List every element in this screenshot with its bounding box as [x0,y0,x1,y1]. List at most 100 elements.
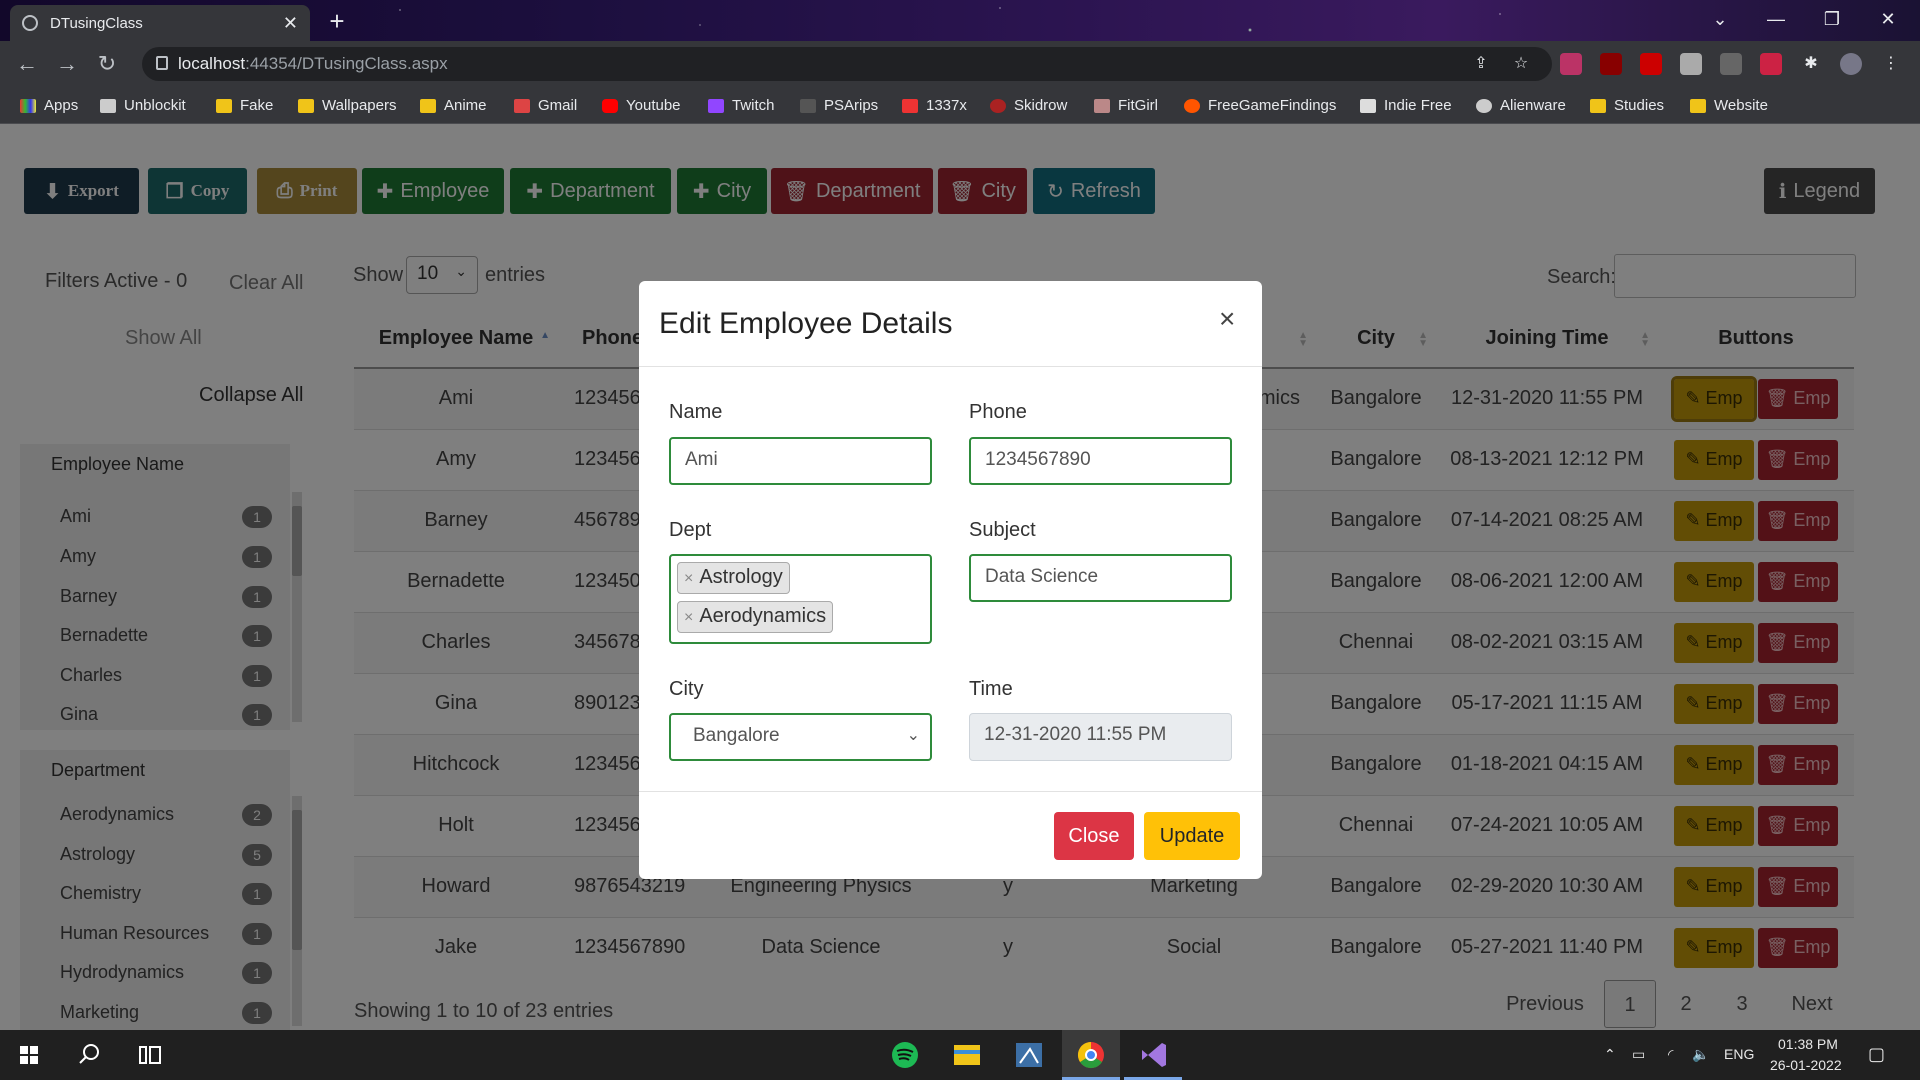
folder-icon [298,98,314,113]
battery-icon[interactable]: ▭ [1632,1046,1645,1063]
1337x-icon [902,98,918,113]
bookmark-wallpapers[interactable]: Wallpapers [298,97,396,114]
back-icon[interactable]: ← [12,49,42,79]
address-bar: ← → ↻ localhost:44354/DTusingClass.aspx … [0,41,1920,88]
bookmark-website[interactable]: Website [1690,97,1768,114]
city-select[interactable]: Bangalore ⌄ [669,713,932,761]
language-indicator[interactable]: ENG [1724,1046,1754,1062]
windows-start-icon[interactable] [0,1030,58,1080]
extension-icon[interactable] [1760,53,1782,75]
reddit-icon [1184,98,1200,113]
folder-icon [420,98,436,113]
close-window-button[interactable]: ✕ [1860,0,1916,41]
new-tab-button[interactable]: + [322,7,352,37]
city-label: City [669,678,704,700]
ublock-icon[interactable] [1600,53,1622,75]
edit-employee-modal: Edit Employee Details × Name Ami Phone 1… [639,281,1262,879]
sql-server-icon[interactable] [1000,1030,1058,1080]
clock-time[interactable]: 01:38 PM [1778,1036,1838,1052]
dept-chip[interactable]: × Astrology [677,562,790,594]
minimize-button[interactable]: — [1748,0,1804,41]
maximize-button[interactable]: ❐ [1804,0,1860,41]
bookmark-fitgirl[interactable]: FitGirl [1094,97,1158,114]
subject-label: Subject [969,519,1036,541]
bookmark-1337x[interactable]: 1337x [902,97,967,114]
alienware-icon [1476,98,1492,113]
volume-icon[interactable]: 🔈 [1692,1046,1709,1063]
unblockit-icon [100,98,116,113]
task-view-icon[interactable] [120,1030,178,1080]
bookmark-fake[interactable]: Fake [216,97,273,114]
name-label: Name [669,401,723,423]
clock-date[interactable]: 26-01-2022 [1770,1057,1842,1073]
phone-input[interactable]: 1234567890 [969,437,1232,485]
close-button[interactable]: Close [1054,812,1134,860]
skidrow-icon [990,98,1006,113]
twitch-icon [708,98,724,113]
modal-title: Edit Employee Details [659,307,953,340]
gmail-icon [514,98,530,113]
lock-icon [156,56,168,70]
close-icon[interactable]: × [1219,303,1235,335]
chrome-icon[interactable] [1062,1030,1120,1080]
puzzle-icon[interactable]: ✱ [1800,53,1822,75]
star-icon[interactable]: ☆ [1510,53,1532,75]
bookmark-gmail[interactable]: Gmail [514,97,577,114]
globe-icon [22,15,38,31]
chevron-up-icon[interactable]: ⌃ [1604,1046,1616,1063]
bookmark-skidrow[interactable]: Skidrow [990,97,1067,114]
fitgirl-icon [1094,98,1110,113]
bookmark-psarips[interactable]: PSArips [800,97,878,114]
url-host: localhost [178,54,246,73]
browser-tab[interactable]: DTusingClass ✕ [10,5,310,41]
modal-footer-divider [639,791,1262,792]
bookmark-twitch[interactable]: Twitch [708,97,775,114]
subject-input[interactable]: Data Science [969,554,1232,602]
extension-icon[interactable] [1680,53,1702,75]
psarips-icon [800,98,816,113]
bookmark-freegamefindings[interactable]: FreeGameFindings [1184,97,1336,114]
bookmark-studies[interactable]: Studies [1590,97,1664,114]
folder-icon [1590,98,1606,113]
extension-icon[interactable] [1560,53,1582,75]
dept-chip[interactable]: × Aerodynamics [677,601,834,633]
visual-studio-icon[interactable] [1124,1030,1182,1080]
forward-icon[interactable]: → [52,49,82,79]
bookmark-youtube[interactable]: Youtube [602,97,681,114]
bookmark-unblockit[interactable]: Unblockit [100,97,186,114]
bookmarks-bar: Apps Unblockit Fake Wallpapers Anime Gma… [0,88,1920,124]
folder-icon [216,98,232,113]
phone-label: Phone [969,401,1027,423]
spotify-icon[interactable] [876,1030,934,1080]
chevron-down-icon: ⌄ [906,727,920,744]
remove-chip-icon[interactable]: × [684,570,693,587]
reload-icon[interactable]: ↻ [92,49,122,79]
extension-icon[interactable] [1640,53,1662,75]
windows-taskbar: ⌃ ▭ ◜ 🔈 ENG 01:38 PM 26-01-2022 ▢ [0,1030,1920,1080]
tab-title: DTusingClass [50,14,143,32]
update-button[interactable]: Update [1144,812,1240,860]
bookmark-alienware[interactable]: Alienware [1476,97,1566,114]
indie-free-icon [1360,98,1376,113]
name-input[interactable]: Ami [669,437,932,485]
youtube-icon [602,98,618,113]
tab-search-icon[interactable]: ⌄ [1692,0,1748,41]
remove-chip-icon[interactable]: × [684,609,693,626]
close-tab-icon[interactable]: ✕ [283,13,298,34]
menu-dots-icon[interactable]: ⋮ [1880,53,1902,75]
url-input[interactable]: localhost:44354/DTusingClass.aspx [142,47,1552,81]
file-explorer-icon[interactable] [938,1030,996,1080]
apps-grid-icon [20,98,36,113]
extension-icon[interactable] [1720,53,1742,75]
share-icon[interactable]: ⇪ [1470,53,1492,75]
avatar[interactable] [1840,53,1862,75]
notification-icon[interactable]: ▢ [1868,1044,1885,1065]
browser-tab-strip: DTusingClass ✕ + ⌄ — ❐ ✕ [0,0,1920,41]
search-icon[interactable] [60,1030,118,1080]
folder-icon [1690,98,1706,113]
bookmark-apps[interactable]: Apps [20,97,78,114]
dept-label: Dept [669,519,712,541]
bookmark-anime[interactable]: Anime [420,97,487,114]
bookmark-indie-free[interactable]: Indie Free [1360,97,1452,114]
wifi-icon[interactable]: ◜ [1668,1046,1673,1063]
